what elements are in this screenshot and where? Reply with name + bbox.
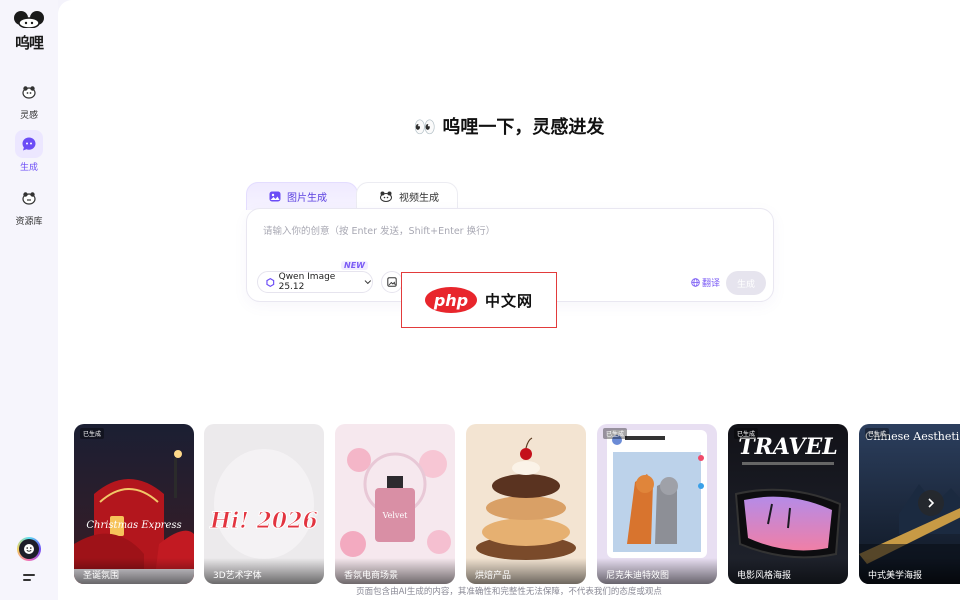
sidebar-item-label: 灵感: [19, 111, 38, 121]
model-logo-icon: [266, 277, 275, 287]
inspiration-cards: Christmas Express 已生成 圣诞氛围 Hi! 2026 3D艺术…: [74, 424, 960, 584]
card-caption: 尼克朱迪特效图: [597, 558, 717, 584]
user-avatar[interactable]: [17, 537, 41, 561]
sidebar-item-inspiration[interactable]: 灵感: [0, 78, 58, 121]
model-name: Qwen Image 25.12: [278, 272, 336, 292]
card-badge: 已生成: [865, 428, 890, 439]
sidebar: 呜哩 灵感 生成 资源库: [0, 0, 58, 600]
card-caption: 香氛电商场景: [335, 558, 455, 584]
card-caption: 烘焙产品: [466, 558, 586, 584]
globe-icon: [691, 278, 700, 287]
tab-image-generate[interactable]: 图片生成: [246, 182, 358, 210]
library-icon: [15, 184, 43, 212]
template-card[interactable]: TRAVEL 已生成 电影风格海报: [728, 424, 848, 584]
ai-disclaimer: 页面包含由AI生成的内容，其准确性和完整性无法保障，不代表我们的态度或观点: [356, 587, 662, 597]
card-caption: 电影风格海报: [728, 558, 848, 584]
avatar-face-icon: [24, 544, 34, 554]
tab-video-generate[interactable]: 视频生成: [356, 182, 458, 210]
card-badge: 已生成: [734, 428, 759, 439]
logo-mascot-icon: [14, 11, 44, 28]
eyes-emoji: 👀: [413, 117, 437, 138]
generate-button[interactable]: 生成: [726, 271, 766, 295]
template-card[interactable]: 烘焙产品: [466, 424, 586, 584]
card-image-text: Christmas Express: [86, 520, 181, 531]
translate-label: 翻译: [702, 279, 721, 289]
page-title: 👀 呜哩一下，灵感进发: [58, 113, 960, 139]
card-badge: 已生成: [80, 428, 105, 439]
chevron-right-icon: [928, 498, 935, 508]
template-card[interactable]: Christmas Express 已生成 圣诞氛围: [74, 424, 194, 584]
sidebar-item-label: 资源库: [15, 217, 43, 227]
template-card[interactable]: Velvet 香氛电商场景: [335, 424, 455, 584]
video-icon: [380, 191, 392, 202]
upload-image-button[interactable]: [381, 271, 403, 293]
inspiration-icon: [15, 78, 43, 106]
card-caption: 中式美学海报: [859, 558, 960, 584]
watermark-text: 中文网: [484, 291, 533, 310]
model-selector[interactable]: Qwen Image 25.12: [257, 271, 373, 293]
generation-tabs: 图片生成 视频生成: [246, 182, 474, 210]
tab-label: 图片生成: [287, 193, 327, 204]
sidebar-item-generate[interactable]: 生成: [0, 130, 58, 173]
card-image-text: Velvet: [382, 511, 409, 520]
main-panel: 👀 呜哩一下，灵感进发 图片生成 视频生成 请输入你的创意（按 Enter 发送…: [58, 0, 960, 600]
card-caption: 圣诞氛围: [74, 558, 194, 584]
template-card[interactable]: Hi! 2026 3D艺术字体: [204, 424, 324, 584]
new-badge: NEW: [341, 261, 368, 270]
watermark-overlay: php 中文网: [401, 272, 557, 328]
image-icon: [269, 191, 281, 202]
card-badge: 已生成: [603, 428, 628, 439]
template-card[interactable]: 已生成 尼克朱迪特效图: [597, 424, 717, 584]
image-upload-icon: [387, 277, 397, 287]
translate-button[interactable]: 翻译: [691, 276, 720, 289]
tab-label: 视频生成: [399, 193, 439, 204]
chevron-down-icon: [364, 280, 372, 285]
sidebar-item-library[interactable]: 资源库: [0, 184, 58, 227]
app-logo[interactable]: 呜哩: [10, 10, 48, 52]
headline-text: 呜哩一下，灵感进发: [442, 117, 605, 138]
menu-icon[interactable]: [23, 574, 35, 582]
generate-icon: [15, 130, 43, 158]
template-card[interactable]: Chinese Aesthetics 已生成 中式美学海报: [859, 424, 960, 584]
card-image-text: Hi! 2026: [209, 508, 318, 534]
prompt-input[interactable]: 请输入你的创意（按 Enter 发送，Shift+Enter 换行）: [263, 223, 495, 237]
app-name: 呜哩: [14, 34, 44, 52]
php-logo: php: [424, 287, 477, 313]
carousel-next-button[interactable]: [918, 490, 944, 516]
sidebar-item-label: 生成: [19, 163, 38, 173]
card-caption: 3D艺术字体: [204, 558, 324, 584]
